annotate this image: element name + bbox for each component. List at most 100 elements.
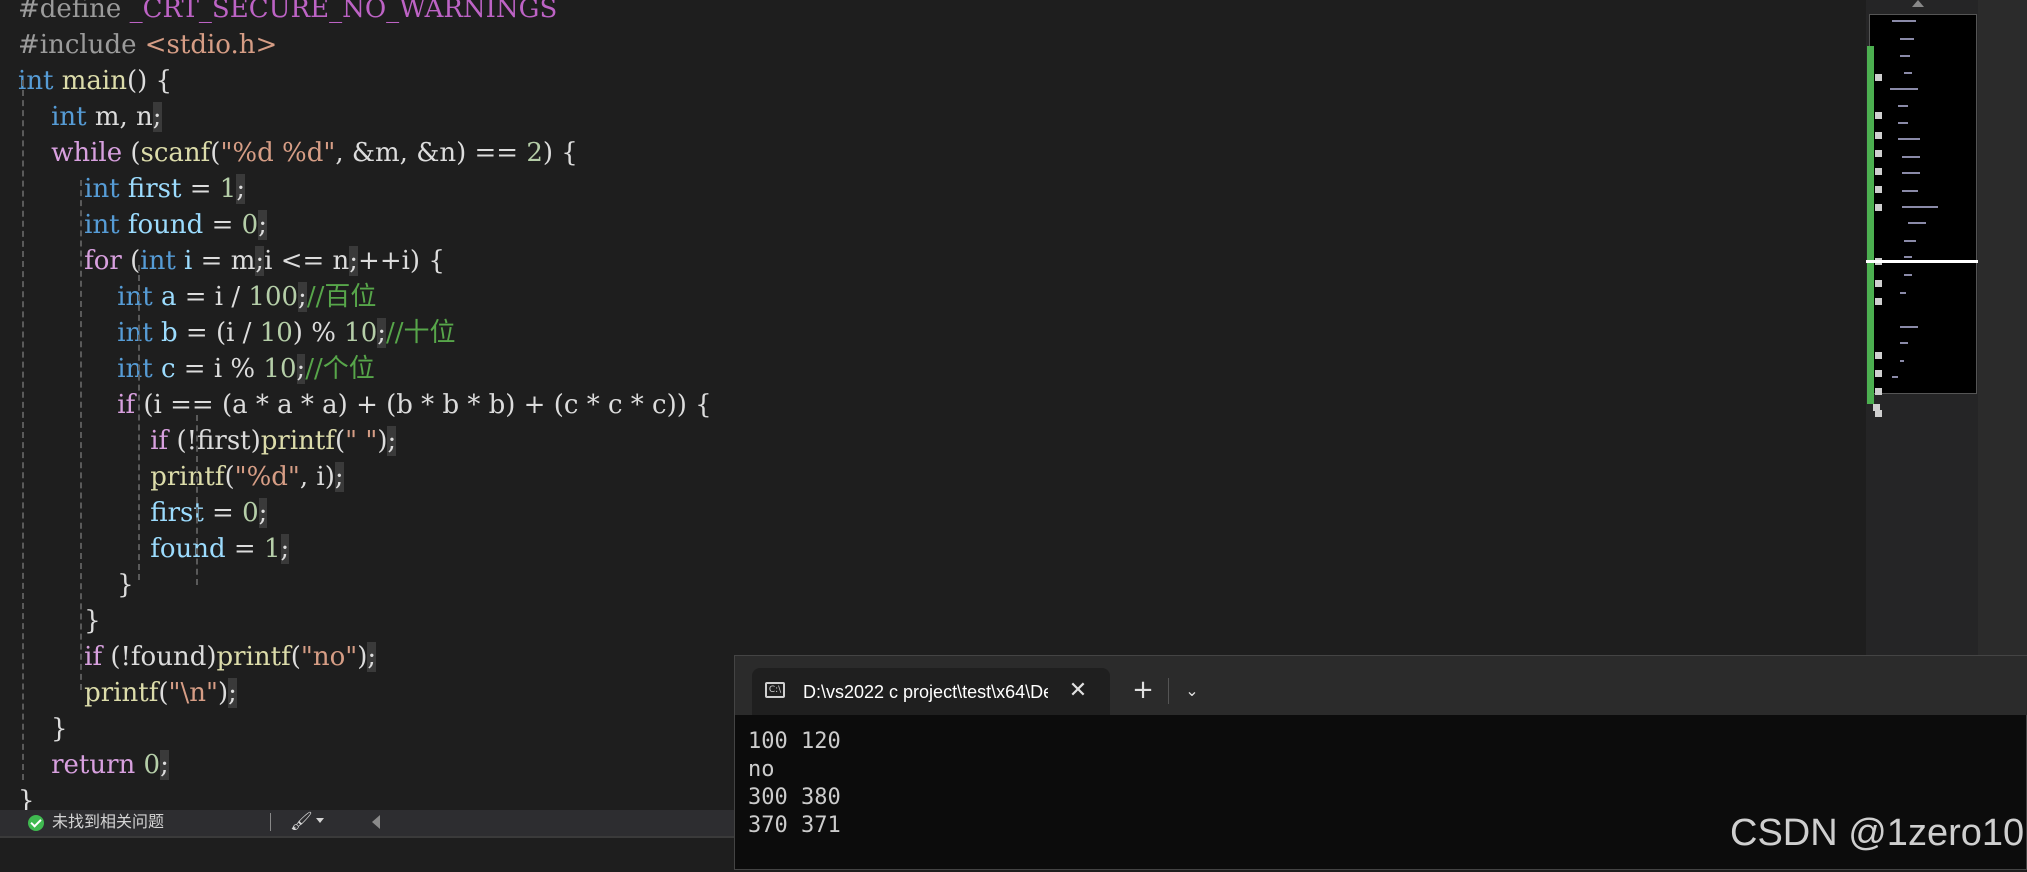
code-token: scanf bbox=[140, 138, 211, 168]
code-line[interactable]: return 0; bbox=[18, 747, 169, 783]
scroll-up-arrow-icon[interactable] bbox=[1912, 0, 1924, 7]
minimap-line bbox=[1900, 326, 1918, 328]
code-line[interactable]: while (scanf("%d %d", &m, &n) == 2) { bbox=[18, 135, 578, 171]
code-token: ; bbox=[367, 642, 377, 672]
chevron-down-icon[interactable]: ⌄ bbox=[1180, 676, 1204, 706]
minimap-marker bbox=[1875, 388, 1882, 395]
code-token: int bbox=[84, 210, 120, 240]
indent-guide bbox=[22, 80, 24, 780]
scroll-left-arrow-icon[interactable] bbox=[372, 815, 380, 829]
code-token: 10 bbox=[344, 318, 378, 348]
new-tab-button[interactable]: + bbox=[1130, 674, 1156, 706]
code-token: found bbox=[127, 210, 204, 240]
code-line[interactable]: found = 1; bbox=[18, 531, 290, 567]
code-line[interactable]: int a = i / 100;//百位 bbox=[18, 279, 376, 315]
vertical-scrollbar[interactable] bbox=[1978, 0, 2027, 655]
code-token: int bbox=[117, 354, 153, 384]
code-line[interactable]: } bbox=[18, 567, 134, 603]
code-token: <stdio.h> bbox=[144, 30, 278, 60]
code-token: 0 bbox=[242, 498, 259, 528]
chevron-down-icon[interactable] bbox=[316, 818, 324, 823]
code-token: ; bbox=[296, 354, 306, 384]
code-line[interactable]: if (!first)printf(" "); bbox=[18, 423, 397, 459]
code-line[interactable]: int c = i % 10;//个位 bbox=[18, 351, 375, 387]
code-token: = (i / bbox=[177, 318, 260, 348]
code-line[interactable]: if (!found)printf("no"); bbox=[18, 639, 377, 675]
code-line[interactable]: int main() { bbox=[18, 63, 172, 99]
code-cleanup-icon[interactable]: 🖌 bbox=[290, 812, 313, 832]
code-token: //十位 bbox=[386, 318, 456, 348]
code-token: "no" bbox=[300, 642, 358, 672]
code-token: 1 bbox=[219, 174, 237, 204]
minimap-line bbox=[1892, 20, 1916, 22]
code-line[interactable]: } bbox=[18, 603, 101, 639]
minimap-line bbox=[1902, 156, 1920, 158]
code-line[interactable]: first = 0; bbox=[18, 495, 268, 531]
code-token: for bbox=[84, 246, 122, 276]
code-token: 10 bbox=[263, 354, 297, 384]
code-line[interactable]: } bbox=[18, 711, 68, 747]
close-icon[interactable]: ✕ bbox=[1066, 676, 1090, 706]
code-line[interactable]: #include <stdio.h> bbox=[18, 27, 277, 63]
code-token: ; bbox=[255, 246, 265, 276]
code-token: ; bbox=[280, 534, 290, 564]
horizontal-scrollbar[interactable] bbox=[0, 836, 734, 872]
code-token: (!found) bbox=[102, 642, 217, 672]
code-line[interactable]: if (i == (a * a * a) + (b * b * b) + (c … bbox=[18, 387, 712, 423]
code-token: = i / bbox=[176, 282, 249, 312]
terminal-output-line: 100 120 bbox=[748, 729, 841, 754]
terminal-output-line: no bbox=[748, 757, 775, 782]
code-line[interactable]: } bbox=[18, 783, 35, 810]
code-token: = m bbox=[192, 246, 256, 276]
indent-guide bbox=[80, 180, 82, 690]
code-token: int bbox=[84, 174, 120, 204]
minimap-marker bbox=[1875, 168, 1882, 175]
code-token: ; bbox=[298, 282, 307, 312]
minimap-marker bbox=[1875, 352, 1882, 359]
code-line[interactable]: #define _CRT_SECURE_NO_WARNINGS bbox=[18, 0, 557, 27]
code-line[interactable]: int b = (i / 10) % 10;//十位 bbox=[18, 315, 456, 351]
code-token: ; bbox=[228, 678, 237, 708]
code-token: 0 bbox=[241, 210, 259, 240]
code-line[interactable]: int found = 0; bbox=[18, 207, 267, 243]
code-token: ; bbox=[258, 498, 268, 528]
minimap-line bbox=[1900, 292, 1906, 294]
code-line[interactable]: printf("%d", i); bbox=[18, 459, 344, 495]
code-token: 0 bbox=[143, 750, 161, 780]
code-line[interactable]: int m, n; bbox=[18, 99, 162, 135]
code-token: ( bbox=[334, 426, 346, 456]
code-line[interactable]: int first = 1; bbox=[18, 171, 246, 207]
code-token: printf bbox=[150, 462, 225, 492]
terminal-tab-title[interactable]: D:\vs2022 c project\test\x64\Debug\test.… bbox=[803, 677, 1048, 707]
minimap-line bbox=[1898, 138, 1920, 140]
minimap-viewport[interactable] bbox=[1869, 14, 1977, 394]
code-token: 1 bbox=[263, 534, 281, 564]
terminal-output-line: 370 371 bbox=[748, 813, 841, 838]
code-line[interactable]: printf("\n"); bbox=[18, 675, 237, 711]
code-token: ) bbox=[377, 426, 388, 456]
code-token: } bbox=[18, 786, 35, 810]
code-token: int bbox=[140, 246, 176, 276]
code-token: } bbox=[18, 570, 134, 600]
console-icon: C:\ bbox=[765, 682, 785, 698]
minimap-marker bbox=[1875, 132, 1882, 139]
code-token: = bbox=[203, 210, 242, 240]
code-token: int bbox=[117, 318, 153, 348]
code-token: i <= n bbox=[264, 246, 350, 276]
code-token: (i == (a * a * a) + (b * b * b) + (c * c… bbox=[135, 390, 712, 420]
issues-status-text[interactable]: 未找到相关问题 bbox=[52, 811, 164, 835]
indent-guide bbox=[196, 415, 198, 585]
code-line[interactable]: for (int i = m;i <= n;++i) { bbox=[18, 243, 445, 279]
minimap-line bbox=[1902, 172, 1920, 174]
tab-divider bbox=[1168, 678, 1169, 704]
